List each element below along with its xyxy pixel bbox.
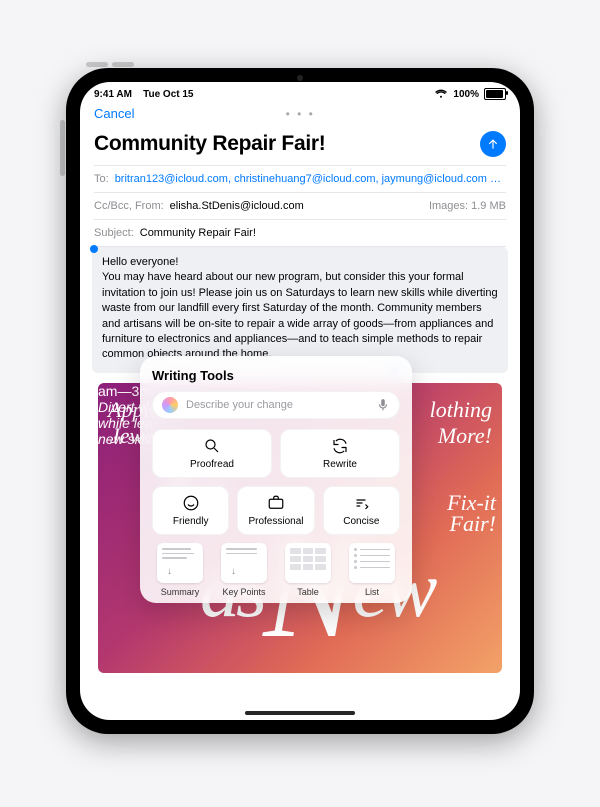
briefcase-icon xyxy=(267,494,285,512)
status-time: 9:41 AM xyxy=(94,89,132,100)
smile-icon xyxy=(182,494,200,512)
poster-clothing: lothing xyxy=(430,397,492,423)
compose-title: Community Repair Fair! xyxy=(94,132,325,156)
list-option[interactable]: List xyxy=(344,543,400,597)
battery-icon xyxy=(484,88,506,100)
magnify-check-icon xyxy=(203,437,221,455)
concise-icon xyxy=(352,494,370,512)
subject-field[interactable]: Subject: Community Repair Fair! xyxy=(80,220,520,246)
summary-option[interactable]: ↓ Summary xyxy=(152,543,208,597)
to-label: To: xyxy=(94,173,109,185)
professional-button[interactable]: Professional xyxy=(237,486,314,535)
battery-pct: 100% xyxy=(453,89,479,100)
concise-button[interactable]: Concise xyxy=(323,486,400,535)
cc-from-field[interactable]: Cc/Bcc, From: elisha.StDenis@icloud.com … xyxy=(80,193,520,219)
rewrite-button[interactable]: Rewrite xyxy=(280,429,400,478)
body-paragraph: You may have heard about our new program… xyxy=(102,271,498,360)
keypoints-option[interactable]: ↓ Key Points xyxy=(216,543,272,597)
body-greeting: Hello everyone! xyxy=(102,255,178,270)
table-thumb-icon xyxy=(285,543,331,583)
to-field[interactable]: To: britran123@icloud.com, christinehuan… xyxy=(80,166,520,192)
intelligence-orb-icon xyxy=(162,397,178,413)
subject-value: Community Repair Fair! xyxy=(140,227,506,239)
status-date: Tue Oct 15 xyxy=(143,89,193,100)
images-size: Images: 1.9 MB xyxy=(429,200,506,212)
send-button[interactable] xyxy=(480,131,506,157)
ipad-frame: 9:41 AM Tue Oct 15 100% Cancel • • • Com… xyxy=(66,68,534,734)
describe-placeholder: Describe your change xyxy=(186,399,368,411)
proofread-button[interactable]: Proofread xyxy=(152,429,272,478)
status-bar: 9:41 AM Tue Oct 15 100% xyxy=(80,82,520,102)
arrow-up-icon xyxy=(486,137,500,151)
summary-thumb-icon: ↓ xyxy=(157,543,203,583)
table-option[interactable]: Table xyxy=(280,543,336,597)
describe-input[interactable]: Describe your change xyxy=(152,391,400,419)
selected-text[interactable]: Hello everyone! You may have heard about… xyxy=(92,247,508,373)
wifi-icon xyxy=(434,89,448,99)
friendly-button[interactable]: Friendly xyxy=(152,486,229,535)
list-thumb-icon xyxy=(349,543,395,583)
subject-label: Subject: xyxy=(94,227,134,239)
from-value: elisha.StDenis@icloud.com xyxy=(170,200,304,212)
poster-fixit: Fix-itFair! xyxy=(447,493,496,535)
cc-label: Cc/Bcc, From: xyxy=(94,200,164,212)
rewrite-icon xyxy=(331,437,349,455)
writing-tools-title: Writing Tools xyxy=(152,368,400,383)
selection-start-handle[interactable] xyxy=(90,245,98,253)
writing-tools-popover: Writing Tools Describe your change Proof… xyxy=(140,356,412,603)
keypoints-thumb-icon: ↓ xyxy=(221,543,267,583)
mic-icon[interactable] xyxy=(376,398,390,412)
cancel-button[interactable]: Cancel xyxy=(94,106,134,121)
home-indicator[interactable] xyxy=(245,711,355,715)
to-value: britran123@icloud.com, christinehuang7@i… xyxy=(115,173,506,185)
front-camera xyxy=(297,75,303,81)
screen: 9:41 AM Tue Oct 15 100% Cancel • • • Com… xyxy=(80,82,520,720)
poster-more: More! xyxy=(438,423,492,449)
grabber-icon[interactable]: • • • xyxy=(286,107,315,121)
